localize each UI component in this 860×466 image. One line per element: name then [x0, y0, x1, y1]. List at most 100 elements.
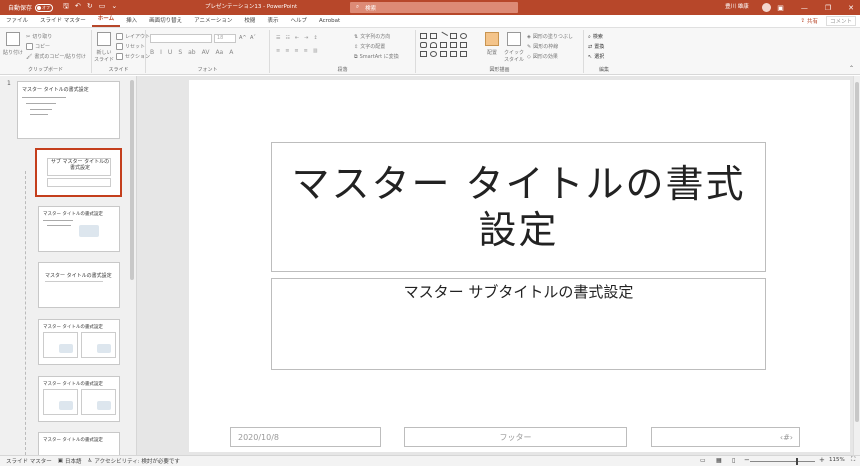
- align-center-icon[interactable]: ≡: [285, 48, 289, 54]
- zoom-slider-knob[interactable]: [796, 458, 798, 465]
- decrease-font-button[interactable]: Aˇ: [250, 35, 256, 41]
- fit-slide-icon[interactable]: ⛶: [851, 456, 855, 464]
- underline-icon[interactable]: U: [168, 49, 172, 56]
- thumbnail-layout-6[interactable]: マスター タイトルの書式設定: [38, 376, 120, 422]
- increase-font-button[interactable]: A^: [239, 35, 247, 41]
- rectangle2-shape-icon[interactable]: [450, 33, 457, 39]
- copy-button[interactable]: コピー: [26, 43, 50, 50]
- find-button[interactable]: ⌕ 検索: [588, 33, 603, 41]
- share-button[interactable]: ⇪ 共有: [800, 16, 818, 26]
- tab-help[interactable]: ヘルプ: [284, 16, 313, 27]
- slide-number-placeholder[interactable]: ‹#›: [651, 427, 800, 447]
- select-button[interactable]: ↖ 選択: [588, 53, 604, 61]
- customize-qat-icon[interactable]: ⌄: [111, 2, 117, 13]
- paste-button[interactable]: 貼り付け: [3, 32, 23, 56]
- star2-shape-icon[interactable]: [460, 51, 467, 57]
- reading-view-icon[interactable]: ▯: [732, 457, 735, 464]
- tab-slide-master[interactable]: スライド マスター: [34, 16, 92, 27]
- text-direction-button[interactable]: ⇅ 文字列の方向: [354, 33, 390, 41]
- language[interactable]: 日本語: [65, 457, 82, 465]
- decrease-indent-icon[interactable]: ⇤: [295, 35, 299, 41]
- thumbnail-title-layout[interactable]: サブ マスター タイトルの書式設定: [35, 148, 122, 197]
- format-painter-button[interactable]: 🖌 書式のコピー/貼り付け: [26, 53, 86, 61]
- numbering-icon[interactable]: ☷: [285, 35, 289, 41]
- tab-transitions[interactable]: 画面切り替え: [143, 16, 188, 27]
- font-name-combobox[interactable]: [150, 34, 212, 43]
- restore-icon[interactable]: ❐: [825, 4, 831, 12]
- sorter-view-icon[interactable]: ▦: [716, 457, 722, 464]
- tab-insert[interactable]: 挿入: [120, 16, 143, 27]
- columns-icon[interactable]: ▥: [313, 48, 318, 54]
- normal-view-icon[interactable]: ▭: [700, 457, 706, 464]
- tab-file[interactable]: ファイル: [0, 16, 34, 27]
- oval-shape-icon[interactable]: [460, 33, 467, 39]
- redo-icon[interactable]: ↻: [87, 2, 93, 13]
- slide[interactable]: マスター タイトルの書式設定 マスター サブタイトルの書式設定 2020/10/…: [189, 80, 850, 452]
- case-icon[interactable]: Aa: [215, 49, 223, 56]
- quick-styles-button[interactable]: クイック スタイル: [504, 32, 524, 63]
- tab-acrobat[interactable]: Acrobat: [313, 18, 346, 27]
- thumbnail-layout-7[interactable]: マスター タイトルの書式設定: [38, 432, 120, 455]
- tab-home[interactable]: ホーム: [91, 14, 121, 27]
- justify-icon[interactable]: ≡: [304, 48, 308, 54]
- arrow-shape-icon[interactable]: [440, 42, 447, 48]
- tab-review[interactable]: 校閲: [238, 16, 261, 27]
- section-button[interactable]: セクション: [116, 53, 150, 60]
- proofing-icon[interactable]: ▣: [58, 458, 63, 464]
- arrow2-shape-icon[interactable]: [420, 51, 427, 57]
- zoom-slider[interactable]: [750, 461, 815, 462]
- scroll-thumb[interactable]: [855, 82, 859, 422]
- slide-scrollbar[interactable]: [853, 76, 860, 455]
- shape-outline-button[interactable]: ✎ 図形の枠線: [527, 43, 558, 51]
- align-right-icon[interactable]: ≡: [294, 48, 298, 54]
- thumbnail-layout-4[interactable]: マスター タイトルの書式設定: [38, 262, 120, 308]
- line-spacing-icon[interactable]: ↕: [313, 35, 317, 41]
- cut-button[interactable]: ✂ 切り取り: [26, 33, 52, 41]
- zoom-in-icon[interactable]: +: [819, 456, 825, 464]
- shapes-gallery[interactable]: [420, 31, 482, 61]
- layout-button[interactable]: レイアウト: [116, 33, 150, 40]
- curve-shape-icon[interactable]: [430, 51, 437, 57]
- search-box[interactable]: ⌕ 検索: [350, 2, 518, 13]
- collapse-ribbon-icon[interactable]: ⌃: [849, 65, 854, 72]
- spacing-icon[interactable]: AV: [202, 49, 210, 56]
- title-placeholder[interactable]: マスター タイトルの書式設定: [271, 142, 766, 272]
- italic-icon[interactable]: I: [160, 49, 162, 56]
- avatar[interactable]: [762, 3, 771, 12]
- thumbnail-layout-3[interactable]: マスター タイトルの書式設定: [38, 206, 120, 252]
- line-shape-icon[interactable]: [438, 31, 449, 41]
- strikethrough-icon[interactable]: ab: [188, 49, 196, 56]
- tab-animations[interactable]: アニメーション: [188, 16, 238, 27]
- footer-placeholder[interactable]: フッター: [404, 427, 627, 447]
- smartart-button[interactable]: ⧉ SmartArt に変換: [354, 53, 399, 61]
- star-shape-icon[interactable]: [460, 42, 467, 48]
- align-text-button[interactable]: ⇳ 文字の配置: [354, 43, 385, 51]
- brace-shape-icon[interactable]: [440, 51, 447, 57]
- autosave-toggle[interactable]: オフ: [35, 3, 54, 12]
- close-icon[interactable]: ✕: [848, 4, 854, 12]
- date-placeholder[interactable]: 2020/10/8: [230, 427, 381, 447]
- bracket-shape-icon[interactable]: [450, 42, 457, 48]
- bold-icon[interactable]: B: [150, 49, 154, 56]
- zoom-out-icon[interactable]: −: [744, 456, 750, 464]
- font-size-combobox[interactable]: 18: [214, 34, 236, 43]
- thumbnail-layout-5[interactable]: マスター タイトルの書式設定: [38, 319, 120, 365]
- subtitle-placeholder[interactable]: マスター サブタイトルの書式設定: [271, 278, 766, 370]
- bullets-icon[interactable]: ☰: [276, 35, 280, 41]
- rounded-rect-shape-icon[interactable]: [420, 42, 427, 48]
- align-left-icon[interactable]: ≡: [276, 48, 280, 54]
- present-icon[interactable]: ▭: [99, 2, 106, 13]
- ribbon-display-icon[interactable]: ▣: [777, 4, 784, 12]
- save-icon[interactable]: 🖫: [63, 2, 69, 13]
- arrange-button[interactable]: 配置: [484, 32, 500, 56]
- shape-fill-button[interactable]: ◈ 図形の塗りつぶし: [527, 33, 573, 41]
- thumbnail-master[interactable]: マスター タイトルの書式設定: [17, 81, 120, 139]
- thumbnail-scrollbar[interactable]: [130, 80, 134, 280]
- tab-view[interactable]: 表示: [261, 16, 284, 27]
- rectangle-shape-icon[interactable]: [420, 33, 427, 39]
- triangle-shape-icon[interactable]: [430, 42, 437, 48]
- textbox-shape-icon[interactable]: [430, 33, 437, 39]
- undo-icon[interactable]: ↶: [75, 2, 81, 13]
- user-name[interactable]: 豊川 雄康: [725, 0, 749, 15]
- shadow-icon[interactable]: S: [178, 49, 182, 56]
